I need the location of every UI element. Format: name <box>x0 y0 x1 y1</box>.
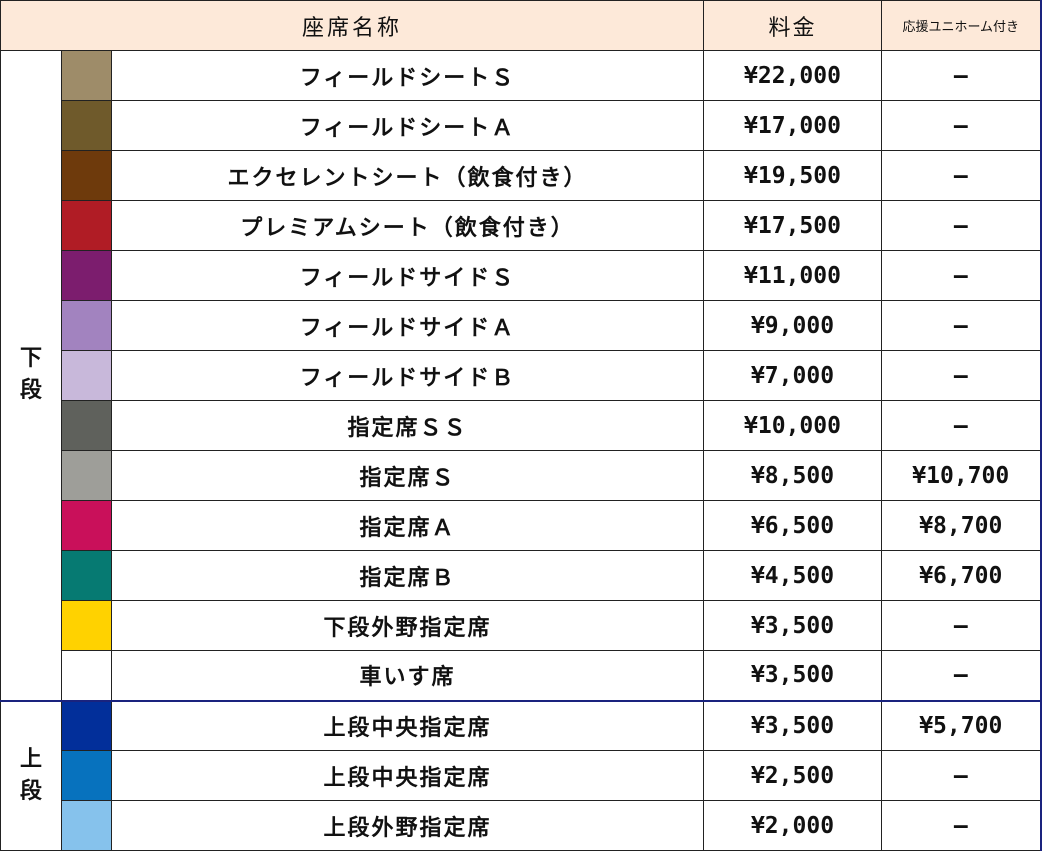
section-label-char: 段 <box>19 378 42 404</box>
seat-name: 指定席Ｓ <box>111 450 704 501</box>
seat-name: 指定席Ｂ <box>111 550 704 601</box>
seat-color-swatch <box>61 750 112 801</box>
seat-color-swatch <box>61 500 112 551</box>
seat-price: ¥3,500 <box>703 600 882 651</box>
seat-color-swatch <box>61 450 112 501</box>
table-row: 指定席ＳＳ ¥10,000— <box>1 400 1041 451</box>
seat-name: 上段中央指定席 <box>111 699 704 751</box>
seat-price-table: 座席名称 料金 応援ユニホーム付き 下段フィールドシートＳ ¥22,000— フィー… <box>0 0 1042 851</box>
header-price: 料金 <box>703 0 882 51</box>
uniform-price: — <box>881 100 1041 151</box>
uniform-price: — <box>881 300 1041 351</box>
seat-price: ¥19,500 <box>703 150 882 201</box>
section-label: 上段 <box>0 699 62 851</box>
uniform-price: — <box>881 250 1041 301</box>
seat-price: ¥17,000 <box>703 100 882 151</box>
table-row: フィールドシートＡ ¥17,000— <box>1 100 1041 151</box>
table-row: 指定席Ａ ¥6,500 ¥8,700 <box>1 500 1041 551</box>
seat-price: ¥9,000 <box>703 300 882 351</box>
seat-color-swatch <box>61 300 112 351</box>
seat-color-swatch <box>61 800 112 851</box>
seat-name: 指定席Ａ <box>111 500 704 551</box>
seat-color-swatch <box>61 400 112 451</box>
table-header-row: 座席名称 料金 応援ユニホーム付き <box>0 0 1041 51</box>
table-row: プレミアムシート（飲食付き） ¥17,500— <box>1 200 1041 251</box>
seat-name: プレミアムシート（飲食付き） <box>111 200 704 251</box>
seat-price: ¥22,000 <box>703 50 882 101</box>
seat-name: 上段中央指定席 <box>111 750 704 801</box>
seat-name: フィールドシートＡ <box>111 100 704 151</box>
uniform-price: ¥8,700 <box>881 500 1041 551</box>
seat-price: ¥3,500 <box>703 699 882 751</box>
seat-color-swatch <box>61 150 112 201</box>
uniform-price: — <box>881 350 1041 401</box>
table-row: 下段フィールドシートＳ ¥22,000— <box>0 50 1041 701</box>
seat-color-swatch <box>61 50 112 101</box>
section-label-char: 下 <box>19 346 42 372</box>
uniform-price: — <box>881 200 1041 251</box>
uniform-price: — <box>881 400 1041 451</box>
section-label: 下段 <box>0 50 62 701</box>
seat-price: ¥8,500 <box>703 450 882 501</box>
seat-color-swatch <box>61 200 112 251</box>
seat-price: ¥2,500 <box>703 750 882 801</box>
table-row: 上段外野指定席 ¥2,000— <box>1 800 1041 851</box>
table-body: 下段フィールドシートＳ ¥22,000— フィールドシートＡ ¥17,000— エクセレ… <box>0 50 1041 851</box>
seat-color-swatch <box>61 250 112 301</box>
uniform-price: ¥10,700 <box>881 450 1041 501</box>
seat-name: 指定席ＳＳ <box>111 400 704 451</box>
seat-name: エクセレントシート（飲食付き） <box>111 150 704 201</box>
table-row: フィールドサイドＢ ¥7,000— <box>1 350 1041 401</box>
seat-name: フィールドシートＳ <box>111 50 704 101</box>
seat-color-swatch <box>61 699 112 751</box>
uniform-price: — <box>881 50 1041 101</box>
seat-color-swatch <box>61 350 112 401</box>
section-label-char: 段 <box>19 778 42 804</box>
table-row: 上段上段中央指定席 ¥3,500 ¥5,700 <box>0 699 1041 851</box>
table-row: エクセレントシート（飲食付き） ¥19,500— <box>1 150 1041 201</box>
seat-price: ¥4,500 <box>703 550 882 601</box>
seat-price: ¥10,000 <box>703 400 882 451</box>
seat-name: 下段外野指定席 <box>111 600 704 651</box>
table-row: 指定席Ｓ ¥8,500 ¥10,700 <box>1 450 1041 501</box>
uniform-price: — <box>881 750 1041 801</box>
uniform-price: ¥5,700 <box>881 699 1041 751</box>
seat-price: ¥11,000 <box>703 250 882 301</box>
seat-price: ¥2,000 <box>703 800 882 851</box>
seat-color-swatch <box>61 100 112 151</box>
uniform-price: — <box>881 150 1041 201</box>
seat-name: フィールドサイドＢ <box>111 350 704 401</box>
seat-name: 上段外野指定席 <box>111 800 704 851</box>
seat-color-swatch <box>61 550 112 601</box>
uniform-price: ¥6,700 <box>881 550 1041 601</box>
seat-price: ¥3,500 <box>703 650 882 701</box>
header-seat-name: 座席名称 <box>0 0 704 51</box>
table-row: 上段中央指定席 ¥2,500— <box>1 750 1041 801</box>
seat-price: ¥7,000 <box>703 350 882 401</box>
section-label-char: 上 <box>19 746 42 772</box>
seat-color-swatch <box>61 600 112 651</box>
uniform-price: — <box>881 600 1041 651</box>
table-row: フィールドサイドＳ ¥11,000— <box>1 250 1041 301</box>
table-row: フィールドサイドＡ ¥9,000— <box>1 300 1041 351</box>
header-uniform: 応援ユニホーム付き <box>881 0 1041 51</box>
seat-name: 車いす席 <box>111 650 704 701</box>
seat-name: フィールドサイドＳ <box>111 250 704 301</box>
table-row: 指定席Ｂ ¥4,500 ¥6,700 <box>1 550 1041 601</box>
seat-color-swatch <box>61 650 112 701</box>
seat-price: ¥6,500 <box>703 500 882 551</box>
uniform-price: — <box>881 650 1041 701</box>
table-row: 車いす席 ¥3,500— <box>1 650 1041 701</box>
seat-price: ¥17,500 <box>703 200 882 251</box>
seat-name: フィールドサイドＡ <box>111 300 704 351</box>
uniform-price: — <box>881 800 1041 851</box>
table-row: 下段外野指定席 ¥3,500— <box>1 600 1041 651</box>
